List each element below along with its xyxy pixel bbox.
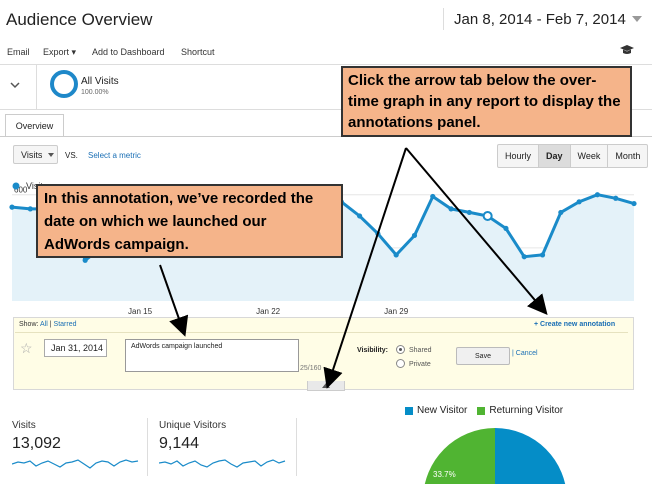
- date-range-label: Jan 8, 2014 - Feb 7, 2014: [454, 10, 626, 28]
- report-toolbar: Email Export ▾ Add to Dashboard Shortcut: [0, 38, 652, 65]
- visits-stat-value: 13,092: [12, 435, 61, 452]
- chevron-down-icon: [48, 152, 55, 157]
- day-button[interactable]: Day: [539, 145, 571, 167]
- chart-point[interactable]: [411, 232, 418, 239]
- chart-point[interactable]: [594, 192, 601, 198]
- vs-label: VS.: [65, 151, 78, 160]
- chart-point[interactable]: [375, 231, 381, 237]
- chevron-down-icon: ▾: [71, 47, 77, 57]
- visits-stat-label: Visits: [12, 420, 36, 431]
- pie-legend: New Visitor Returning Visitor: [405, 405, 563, 416]
- cancel-link[interactable]: | Cancel: [512, 350, 538, 357]
- divider: [36, 65, 37, 109]
- month-button[interactable]: Month: [608, 145, 647, 167]
- week-button[interactable]: Week: [571, 145, 609, 167]
- chart-point[interactable]: [482, 210, 493, 221]
- visitor-pie-chart: 33.7%: [424, 428, 566, 484]
- chevron-up-icon: [322, 383, 330, 388]
- pie-slice-new-visitor: [495, 428, 566, 484]
- export-button[interactable]: Export ▾: [43, 47, 76, 58]
- email-button[interactable]: Email: [7, 47, 30, 57]
- show-starred-link[interactable]: Starred: [54, 321, 77, 328]
- granularity-toggle: Hourly Day Week Month: [497, 144, 649, 168]
- chevron-down-icon[interactable]: [10, 80, 20, 90]
- separator: |: [49, 321, 52, 328]
- page-title: Audience Overview: [6, 10, 153, 29]
- private-radio[interactable]: [396, 359, 405, 368]
- pie-returning-percent: 33.7%: [433, 470, 456, 479]
- divider: [296, 418, 297, 476]
- visibility-label: Visibility:: [357, 347, 388, 354]
- create-annotation-link[interactable]: + Create new annotation: [534, 321, 615, 328]
- save-button[interactable]: Save: [456, 347, 510, 365]
- divider: [147, 418, 148, 476]
- chart-point[interactable]: [393, 252, 399, 258]
- x-tick-label: Jan 15: [128, 307, 153, 316]
- chart-point[interactable]: [9, 204, 15, 210]
- private-label: Private: [409, 361, 431, 368]
- new-visitor-label: New Visitor: [417, 405, 468, 416]
- add-to-dashboard-button[interactable]: Add to Dashboard: [92, 47, 165, 57]
- annotations-toggle-tab[interactable]: [307, 381, 345, 391]
- chart-point[interactable]: [430, 193, 436, 200]
- export-label: Export: [43, 47, 70, 57]
- chart-point[interactable]: [356, 213, 363, 219]
- hourly-button[interactable]: Hourly: [498, 145, 540, 167]
- chart-point[interactable]: [539, 252, 546, 258]
- metric-select[interactable]: Visits: [13, 145, 58, 164]
- chart-point[interactable]: [82, 257, 88, 263]
- x-tick-label: Jan 29: [384, 307, 409, 316]
- new-visitor-swatch: [405, 406, 413, 415]
- chart-point[interactable]: [576, 199, 582, 205]
- shortcut-button[interactable]: Shortcut: [181, 47, 215, 57]
- tab-overview[interactable]: Overview: [5, 114, 64, 137]
- chart-point[interactable]: [558, 209, 564, 216]
- callout-adwords: In this annotation, we’ve recorded the d…: [36, 184, 343, 258]
- segment-name: All Visits: [81, 76, 119, 87]
- chart-point[interactable]: [503, 225, 509, 231]
- annotation-date-input[interactable]: Jan 31, 2014: [44, 339, 107, 357]
- unique-visitors-sparkline: [159, 459, 286, 468]
- graduation-cap-icon[interactable]: [620, 45, 634, 55]
- chart-point[interactable]: [27, 206, 33, 212]
- shared-label: Shared: [409, 347, 432, 354]
- show-all-link[interactable]: All: [40, 321, 48, 328]
- metric-select-label: Visits: [21, 149, 43, 160]
- character-count: 25/160: [300, 365, 322, 372]
- chart-point[interactable]: [448, 206, 454, 212]
- select-metric-link[interactable]: Select a metric: [88, 151, 141, 160]
- chart-point[interactable]: [631, 200, 637, 207]
- segment-circle-icon: [50, 70, 78, 98]
- annotation-filter: Show: All | Starred: [19, 321, 77, 328]
- show-label: Show:: [19, 321, 39, 328]
- unique-visitors-stat-label: Unique Visitors: [159, 420, 227, 431]
- star-icon[interactable]: ☆: [20, 340, 33, 357]
- visits-sparkline: [12, 459, 139, 469]
- legend-dot: [12, 182, 20, 190]
- x-tick-label: Jan 22: [256, 307, 281, 316]
- unique-visitors-stat-value: 9,144: [159, 435, 200, 452]
- chart-point[interactable]: [613, 195, 619, 201]
- annotation-note-input[interactable]: AdWords campaign launched: [125, 339, 299, 372]
- segment-percent: 100.00%: [81, 89, 109, 96]
- date-range-picker[interactable]: Jan 8, 2014 - Feb 7, 2014: [443, 8, 644, 30]
- callout-annotations-panel: Click the arrow tab below the over-time …: [341, 66, 632, 137]
- chart-point[interactable]: [521, 254, 527, 260]
- shared-radio[interactable]: [396, 345, 405, 354]
- chevron-down-icon: [631, 16, 642, 22]
- returning-visitor-label: Returning Visitor: [489, 405, 564, 416]
- returning-visitor-swatch: [477, 406, 486, 415]
- chart-point[interactable]: [466, 209, 472, 216]
